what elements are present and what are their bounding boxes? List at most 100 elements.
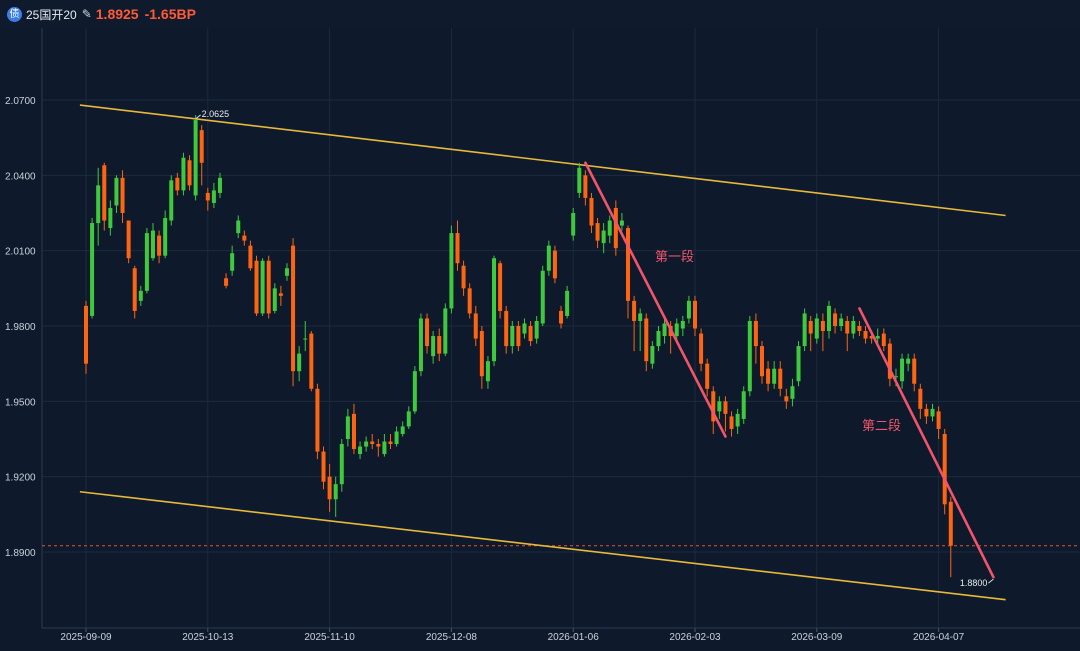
candle-body (510, 326, 515, 347)
candle-body (443, 308, 448, 354)
candle-body (425, 318, 430, 347)
candle-body (358, 446, 363, 455)
candle-body (559, 310, 564, 324)
candle-body (242, 235, 247, 241)
candle-body (406, 411, 411, 427)
candle-body (735, 413, 740, 427)
candle-body (431, 336, 436, 357)
candlestick-chart[interactable]: 2.0700 2.0400 2.0100 1.9800 1.9500 1.9200 1.89… (0, 28, 1080, 646)
candle-body (400, 426, 405, 434)
candle-body (102, 165, 107, 221)
y-tick-label: 1.9800 (5, 322, 36, 333)
candle-body (802, 313, 807, 347)
candle-body (370, 441, 375, 445)
candle-body (351, 413, 356, 450)
candle-body (839, 318, 844, 326)
candle-body (315, 388, 320, 452)
candle-body (741, 391, 746, 419)
candle-body (199, 130, 204, 163)
candle-body (930, 408, 935, 417)
candle-body (565, 290, 570, 316)
candle-body (784, 396, 789, 402)
x-tick-label: 2025-10-13 (182, 632, 234, 643)
candle-body (942, 433, 947, 505)
candle-body (571, 213, 576, 236)
candle-body (686, 300, 691, 319)
y-tick-label: 2.0400 (5, 171, 36, 182)
candle-body (473, 313, 478, 339)
chart-area[interactable]: 2.0700 2.0400 2.0100 1.9800 1.9500 1.9200 1.89… (0, 28, 1080, 646)
candle-body (948, 501, 953, 546)
high-annotation-pointer (195, 114, 201, 120)
candle-body (820, 320, 825, 332)
y-tick-label: 2.0100 (5, 247, 36, 258)
candle-body (309, 333, 314, 389)
candle-body (193, 120, 198, 196)
candle-body (364, 441, 369, 447)
candle-body (205, 192, 210, 201)
candle-body (150, 230, 155, 259)
y-tick-label: 1.8900 (5, 548, 36, 559)
candle-body (772, 368, 777, 384)
candle-body (266, 260, 271, 314)
x-tick-label: 2026-04-07 (913, 632, 965, 643)
candle-body (833, 313, 838, 326)
candle-body (613, 207, 618, 249)
candle-body (656, 331, 661, 347)
candle-body (132, 268, 137, 311)
bond-name[interactable]: 25国开20 (26, 6, 77, 23)
candle-body (114, 177, 119, 206)
candle-body (729, 416, 734, 429)
candle-body (747, 320, 752, 392)
candle-body (449, 233, 454, 309)
candle-body (303, 338, 308, 340)
candle-body (516, 326, 521, 347)
candle-body (680, 320, 685, 329)
candle-body (534, 320, 539, 339)
candle-body (163, 218, 168, 256)
trend-label-first: 第一段 (655, 249, 694, 264)
candle-body (583, 175, 588, 198)
candle-body (814, 318, 819, 339)
candle-body (528, 326, 533, 342)
candle-body (540, 270, 545, 324)
candle-body (485, 361, 490, 382)
candle-body (284, 268, 289, 276)
candle-body (224, 278, 229, 286)
trend-line (584, 161, 727, 438)
trend-label-second: 第二段 (862, 418, 901, 433)
edit-pencil-icon[interactable]: ✎ (82, 7, 92, 21)
candle-body (546, 245, 551, 271)
candle-body (175, 177, 180, 191)
y-tick-label: 2.0700 (5, 96, 36, 107)
candle-body (211, 190, 216, 203)
candle-body (492, 258, 497, 362)
candle-body (187, 160, 192, 186)
candle-body (339, 444, 344, 485)
candle-body (321, 451, 326, 482)
candle-body (291, 245, 296, 372)
chart-header: 债 25国开20 ✎ 1.8925 -1.65BP (0, 0, 1080, 29)
candle-body (461, 265, 466, 289)
candle-body (863, 331, 868, 339)
price-change: -1.65BP (144, 6, 196, 22)
candle-body (766, 368, 771, 384)
candle-body (84, 305, 88, 364)
candle-body (826, 305, 831, 332)
candle-body (607, 220, 612, 236)
x-tick-label: 2026-02-03 (669, 632, 721, 643)
candle-body (278, 293, 283, 296)
candle-body (918, 388, 923, 409)
candle-body (260, 260, 265, 314)
y-tick-label: 1.9500 (5, 397, 36, 408)
candle-body (632, 300, 637, 321)
candle-body (297, 353, 302, 372)
candle-body (437, 336, 442, 354)
candle-body (90, 223, 95, 316)
candle-body (778, 368, 783, 389)
candle-body (753, 320, 758, 347)
current-price: 1.8925 (95, 6, 139, 22)
candle-body (217, 177, 222, 193)
candle-body (857, 326, 862, 332)
candle-body (924, 408, 929, 417)
